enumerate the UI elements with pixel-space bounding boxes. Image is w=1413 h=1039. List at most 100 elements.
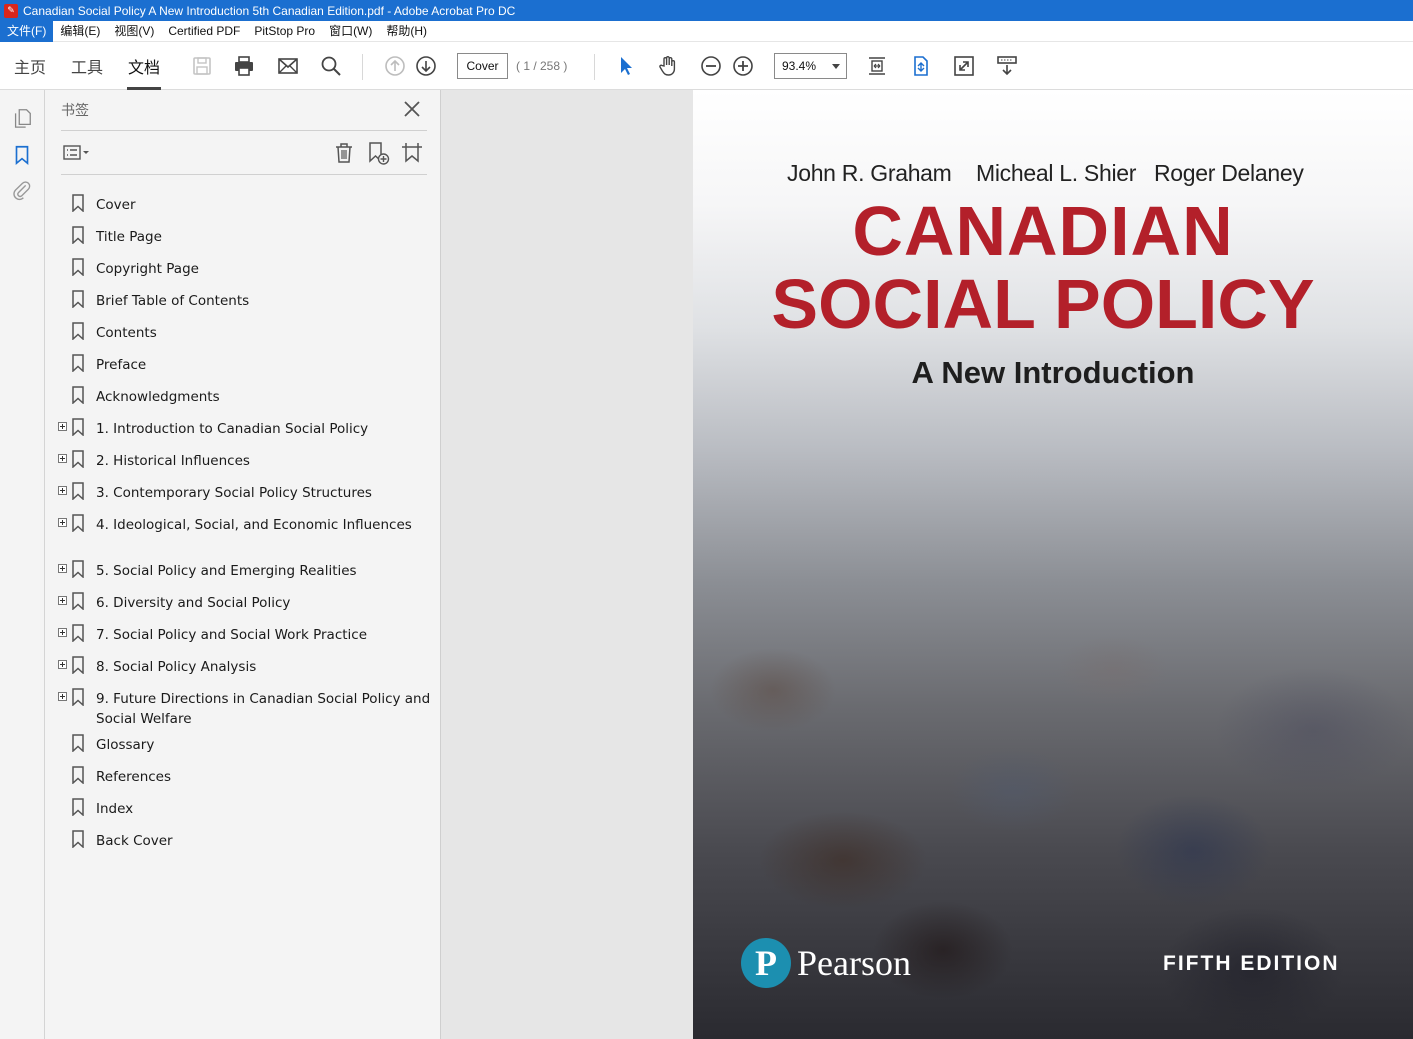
bookmark-label: References xyxy=(96,769,172,785)
save-icon[interactable] xyxy=(187,42,217,90)
menu-view[interactable]: 视图(V) xyxy=(107,21,161,42)
bookmark-label: 1. Introduction to Canadian Social Polic… xyxy=(96,421,369,437)
bookmark-icon xyxy=(71,830,85,849)
expand-toggle-icon[interactable] xyxy=(58,486,67,495)
read-mode-icon[interactable] xyxy=(992,42,1022,90)
expand-toggle-icon[interactable] xyxy=(58,692,67,701)
cover-author: Micheal L. Shier xyxy=(976,160,1137,186)
bookmark-label: Glossary xyxy=(96,737,155,753)
bookmark-options-button[interactable] xyxy=(61,139,95,167)
bookmark-expand-icon xyxy=(402,143,422,163)
pdf-page-cover[interactable]: John R. Graham Micheal L. Shier Roger De… xyxy=(693,90,1413,1039)
bookmark-item[interactable]: 3. Contemporary Social Policy Structures xyxy=(45,475,441,507)
bookmark-item[interactable]: 9. Future Directions in Canadian Social … xyxy=(45,681,441,727)
bookmark-item[interactable]: 2. Historical Influences xyxy=(45,443,441,475)
bookmark-label: 6. Diversity and Social Policy xyxy=(96,595,291,611)
bookmark-item[interactable]: Back Cover xyxy=(45,823,441,855)
bookmark-icon xyxy=(71,450,85,469)
bookmark-label: 2. Historical Influences xyxy=(96,453,250,469)
page-number-input[interactable]: Cover xyxy=(457,53,508,79)
title-bar: ✎ Canadian Social Policy A New Introduct… xyxy=(0,0,1413,21)
trash-icon xyxy=(336,143,352,163)
expand-toggle-icon[interactable] xyxy=(58,628,67,637)
tab-home[interactable]: 主页 xyxy=(14,42,46,90)
menu-help[interactable]: 帮助(H) xyxy=(379,21,434,42)
zoom-out-icon[interactable] xyxy=(696,42,726,90)
delete-bookmark-button[interactable] xyxy=(330,139,358,167)
bookmark-icon[interactable] xyxy=(10,143,34,167)
scroll-mode-icon[interactable] xyxy=(906,42,936,90)
menu-window[interactable]: 窗口(W) xyxy=(322,21,379,42)
bookmark-icon xyxy=(71,592,85,611)
bookmark-icon xyxy=(71,290,85,309)
bookmark-item[interactable]: References xyxy=(45,759,441,791)
cover-subtitle: A New Introduction xyxy=(911,355,1195,390)
bookmark-icon xyxy=(71,418,85,437)
cover-author: John R. Graham xyxy=(787,160,952,186)
tab-document[interactable]: 文档 xyxy=(127,42,161,90)
bookmark-item[interactable]: Title Page xyxy=(45,219,441,251)
page-down-icon[interactable] xyxy=(411,42,441,90)
expand-toggle-icon[interactable] xyxy=(58,660,67,669)
bookmark-item[interactable]: 1. Introduction to Canadian Social Polic… xyxy=(45,411,441,443)
bookmark-item[interactable]: 8. Social Policy Analysis xyxy=(45,649,441,681)
menu-file[interactable]: 文件(F) xyxy=(0,20,54,42)
menu-certified-pdf[interactable]: Certified PDF xyxy=(161,21,247,42)
pages-icon[interactable] xyxy=(10,106,34,130)
menu-edit[interactable]: 编辑(E) xyxy=(53,21,107,42)
expand-bookmark-button[interactable] xyxy=(398,139,426,167)
bookmark-icon xyxy=(71,766,85,785)
bookmark-icon xyxy=(71,258,85,277)
page-up-icon[interactable] xyxy=(380,42,410,90)
bookmark-item[interactable]: 7. Social Policy and Social Work Practic… xyxy=(45,617,441,649)
bookmark-item[interactable]: 6. Diversity and Social Policy xyxy=(45,585,441,617)
bookmark-item[interactable]: Contents xyxy=(45,315,441,347)
search-icon[interactable] xyxy=(316,42,346,90)
bookmark-icon xyxy=(71,734,85,753)
bookmark-item[interactable]: Preface xyxy=(45,347,441,379)
bookmark-item[interactable]: 5. Social Policy and Emerging Realities xyxy=(45,553,441,585)
bookmark-icon xyxy=(71,624,85,643)
bookmark-item[interactable]: Brief Table of Contents xyxy=(45,283,441,315)
add-bookmark-icon xyxy=(369,142,390,165)
email-icon[interactable] xyxy=(273,42,303,90)
expand-toggle-icon[interactable] xyxy=(58,564,67,573)
hand-tool-icon[interactable] xyxy=(653,42,683,90)
bookmark-icon xyxy=(71,560,85,579)
bookmark-label: 9. Future Directions in Canadian Social … xyxy=(96,691,431,727)
print-icon[interactable] xyxy=(229,42,259,90)
zoom-level-select[interactable]: 93.4% xyxy=(774,53,847,79)
bookmark-item[interactable]: Index xyxy=(45,791,441,823)
zoom-level-value: 93.4% xyxy=(782,59,817,73)
bookmark-item[interactable]: Acknowledgments xyxy=(45,379,441,411)
bookmark-item[interactable]: Cover xyxy=(45,187,441,219)
menu-pitstop-pro[interactable]: PitStop Pro xyxy=(247,21,322,42)
expand-toggle-icon[interactable] xyxy=(58,454,67,463)
bookmark-icon xyxy=(71,386,85,405)
bookmark-icon xyxy=(71,656,85,675)
expand-toggle-icon[interactable] xyxy=(58,596,67,605)
tab-tools[interactable]: 工具 xyxy=(71,42,103,90)
toolbar: 主页 工具 文档 Cover ( 1 / 258 ) 93.4% xyxy=(0,42,1413,90)
bookmark-icon xyxy=(71,354,85,373)
fullscreen-icon[interactable] xyxy=(949,42,979,90)
bookmark-icon xyxy=(71,322,85,341)
zoom-in-icon[interactable] xyxy=(728,42,758,90)
window-title: Canadian Social Policy A New Introductio… xyxy=(23,3,516,18)
bookmark-item[interactable]: Copyright Page xyxy=(45,251,441,283)
pearson-logo-icon: P xyxy=(741,938,791,988)
new-bookmark-button[interactable] xyxy=(364,139,392,167)
bookmark-item[interactable]: 4. Ideological, Social, and Economic Inf… xyxy=(45,507,441,539)
cover-author: Roger Delaney xyxy=(1154,160,1304,186)
bookmark-label: Brief Table of Contents xyxy=(96,293,250,309)
cover-authors: John R. Graham Micheal L. Shier Roger De… xyxy=(693,160,1413,190)
select-pointer-icon[interactable] xyxy=(611,42,641,90)
bookmarks-header: 书签 xyxy=(61,102,89,118)
expand-toggle-icon[interactable] xyxy=(58,422,67,431)
bookmark-item[interactable]: Glossary xyxy=(45,727,441,759)
fit-page-icon[interactable] xyxy=(862,42,892,90)
expand-toggle-icon[interactable] xyxy=(58,518,67,527)
close-icon[interactable] xyxy=(401,98,423,120)
divider xyxy=(61,174,427,175)
attachment-icon[interactable] xyxy=(10,178,34,202)
